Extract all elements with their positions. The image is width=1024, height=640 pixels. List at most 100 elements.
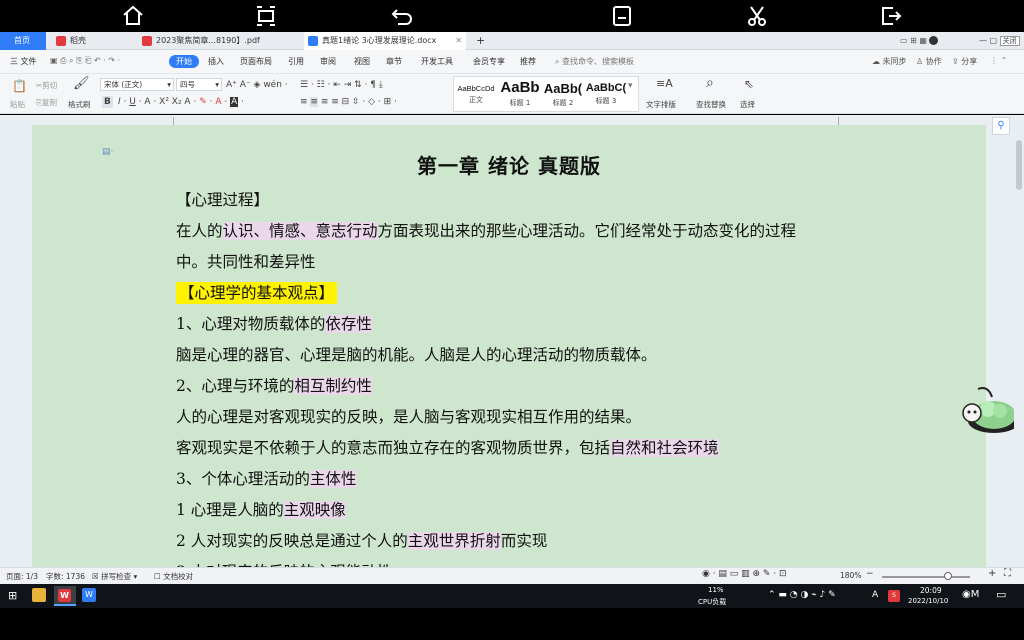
menu-member[interactable]: 会员专享 [473, 56, 505, 67]
alignment-icons[interactable]: ≡ ≡ ≡ ≡ ⊟ ⇳ · ◇ · ⊞ · [300, 96, 397, 108]
exit-icon[interactable] [878, 3, 904, 29]
list-format-icons[interactable]: ☰ · ☷ · ⇤ ⇥ ⇅ · ¶ ⤓ [300, 79, 383, 91]
scissors-icon[interactable] [744, 3, 770, 29]
document-paragraph[interactable]: 1 心理是人脑的主观映像 [176, 498, 346, 520]
window-controls[interactable]: — ▢ 关闭 [975, 32, 1024, 50]
document-paragraph[interactable]: 脑是心理的器官、心理是脑的机能。人脑是人的心理活动的物质载体。 [176, 343, 657, 365]
menu-recommend[interactable]: 推荐 [520, 56, 536, 67]
zoom-slider-knob[interactable] [944, 572, 952, 580]
scrollbar-thumb[interactable] [1016, 140, 1022, 190]
format-painter-label[interactable]: 格式刷 [68, 99, 91, 110]
menu-insert[interactable]: 插入 [208, 56, 224, 67]
document-paragraph[interactable]: 【心理过程】 [176, 188, 269, 210]
find-replace-button[interactable]: 查找替换 [696, 99, 726, 110]
windows-start-icon[interactable]: ⊞ [8, 589, 17, 602]
document-page[interactable]: ▤· 第一章 绪论 真题版 【心理过程】 在人的认识、情感、意志行动方面表现出来的… [32, 125, 986, 567]
word-icon[interactable]: W [82, 588, 96, 602]
save-icon[interactable] [609, 3, 635, 29]
tray-icons[interactable]: ⌃ ▬ ◔ ◑ ⌁ ♪ ✎ [768, 590, 836, 600]
text-layout-icon[interactable]: ≡A [656, 78, 673, 90]
file-explorer-icon[interactable] [32, 588, 46, 602]
text-format-icons[interactable]: I · U · A · X² X₂ A · ✎ · A · A · [118, 96, 244, 108]
tab-daoke[interactable]: 稻壳 [52, 32, 132, 50]
view-mode-icons[interactable]: ◉ · ▤ ▭ ▥ ⊕ ✎ · ⊡ [702, 569, 787, 579]
style-heading-1[interactable]: AaBb 标题 1 [498, 79, 542, 109]
vertical-scrollbar[interactable] [1014, 115, 1024, 567]
spell-check-button[interactable]: ☒ 拼写检查 ▾ [92, 571, 137, 582]
screenshot-crop-icon[interactable] [253, 3, 279, 29]
style-heading-3[interactable]: AaBbC(标题 3 [584, 79, 628, 109]
style-heading-2[interactable]: AaBb(标题 2 [541, 79, 585, 109]
menu-start[interactable]: 开始 [169, 55, 199, 68]
styles-more-icon[interactable]: ▾ [628, 80, 633, 92]
document-title: 第一章 绪论 真题版 [417, 154, 601, 178]
format-painter-icon[interactable]: 🖌 [73, 77, 90, 90]
media-player-icon[interactable]: ◉M [962, 589, 979, 600]
tab-pdf[interactable]: 2023聚焦简章...8190】.pdf [138, 32, 298, 50]
clock-date[interactable]: 2022/10/10 [908, 597, 948, 605]
fullscreen-icon[interactable]: ⛶ [1004, 568, 1011, 579]
tab-home-label: 首页 [14, 36, 30, 45]
cut-button[interactable]: ✂剪切 [36, 80, 57, 91]
close-tab-icon[interactable]: ✕ [455, 32, 462, 50]
document-paragraph[interactable]: 2 人对现实的反映总是通过个人的主观世界折射而实现 [176, 529, 547, 551]
more-menu-icon[interactable]: ⋮ ⌃ [990, 56, 1007, 65]
share-button[interactable]: ⇪ 分享 [952, 56, 977, 67]
font-size-adjust-icons[interactable]: A⁺ A⁻ ◈ wén · [226, 79, 288, 91]
menu-layout[interactable]: 页面布局 [240, 56, 272, 67]
document-paragraph[interactable]: 3 人对现实的反映的主观能动性 [176, 560, 392, 567]
sync-status[interactable]: ☁ 未同步 [872, 56, 907, 67]
document-paragraph[interactable]: 【心理学的基本观点】 [176, 281, 338, 304]
paste-icon[interactable]: 📋 [12, 80, 27, 92]
find-icon[interactable]: ⌕ [706, 76, 714, 90]
text-run: 2 人对现实的反映总是通过个人的 [176, 532, 408, 550]
zoom-level[interactable]: 180% [840, 571, 861, 580]
style-normal[interactable]: AaBbCcDd 正文 [454, 79, 498, 109]
document-paragraph[interactable]: 在人的认识、情感、意志行动方面表现出来的那些心理活动。它们经常处于动态变化的过程 [176, 219, 796, 241]
menu-review[interactable]: 审阅 [320, 56, 336, 67]
font-size-value: 四号 [180, 80, 195, 89]
input-app-icon[interactable]: S [888, 590, 900, 602]
document-paragraph[interactable]: 3、个体心理活动的主体性 [176, 467, 357, 489]
home-icon[interactable] [120, 3, 146, 29]
back-icon[interactable] [389, 3, 415, 29]
document-paragraph[interactable]: 客观现实是不依赖于人的意志而独立存在的客观物质世界，包括自然和社会环境 [176, 436, 719, 458]
command-search[interactable]: ⌕ 查找命令、搜索模板 [555, 56, 634, 67]
zoom-out-icon[interactable]: − [866, 569, 874, 579]
bold-icon[interactable]: B [102, 96, 113, 108]
file-menu[interactable]: 三 文件 [10, 56, 37, 67]
menu-devtools[interactable]: 开发工具 [421, 56, 453, 67]
zoom-slider[interactable] [882, 572, 970, 580]
input-method-indicator[interactable]: A [872, 590, 878, 600]
highlighted-phrase: 相互制约性 [294, 377, 372, 395]
notification-icon[interactable]: ▭ [996, 588, 1006, 601]
select-cursor-icon[interactable]: ⇖ [744, 78, 754, 90]
word-count[interactable]: 字数: 1736 [46, 571, 85, 582]
font-name-value: 宋体 (正文) [104, 80, 143, 89]
device-bottom-bar [0, 608, 1024, 640]
location-pin-icon[interactable]: ⚲ [992, 117, 1010, 135]
document-paragraph[interactable]: 中。共同性和差异性 [176, 250, 316, 272]
page-indicator[interactable]: 页面: 1/3 [6, 571, 38, 582]
menu-reference[interactable]: 引用 [288, 56, 304, 67]
tab-docx[interactable]: 真题1绪论 3心理发展理论.docx ✕ [304, 32, 466, 50]
avatar[interactable] [929, 36, 939, 45]
new-tab-button[interactable]: + [470, 32, 490, 50]
select-button[interactable]: 选择 [740, 99, 755, 110]
tab-home[interactable]: 首页 [0, 32, 46, 50]
doc-proofread-button[interactable]: ☐ 文档校对 [154, 571, 193, 582]
document-paragraph[interactable]: 人的心理是对客观现实的反映，是人脑与客观现实相互作用的结果。 [176, 405, 641, 427]
menu-view[interactable]: 视图 [354, 56, 370, 67]
text-layout-button[interactable]: 文字排版 [646, 99, 676, 110]
quick-access-icons[interactable]: ▣ ⎙ ⌕ ⎘ ⎗ ↶ · ↷ · [50, 56, 120, 66]
font-size-select[interactable]: 四号 ▾ [176, 78, 222, 91]
zoom-in-icon[interactable]: + [988, 568, 996, 579]
menu-chapter[interactable]: 章节 [386, 56, 402, 67]
document-paragraph[interactable]: 2、心理与环境的相互制约性 [176, 374, 372, 396]
document-paragraph[interactable]: 1、心理对物质载体的依存性 [176, 312, 372, 334]
collab-button[interactable]: ♙ 协作 [916, 56, 942, 67]
font-name-select[interactable]: 宋体 (正文) ▾ [100, 78, 174, 91]
clock-time[interactable]: 20:09 [920, 586, 942, 595]
copy-button[interactable]: ⎘复制 [36, 97, 57, 108]
text-run: 脑是心理的器官、心理是脑的机能。人脑是人的心理活动的物质载体。 [176, 346, 657, 364]
